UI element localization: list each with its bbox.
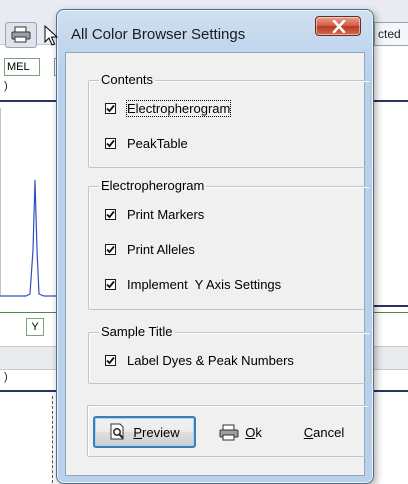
background-green-line xyxy=(0,312,60,313)
dialog-title: All Color Browser Settings xyxy=(71,26,246,43)
checkmark-icon xyxy=(106,210,115,219)
label-dyes-checkbox[interactable]: Label Dyes & Peak Numbers xyxy=(105,353,294,368)
background-axis-mid-right xyxy=(370,305,408,307)
electropherogram-group: Electropherogram Print Markers Print All… xyxy=(88,178,371,310)
print-preview-icon xyxy=(109,423,127,441)
print-alleles-checkbox[interactable]: Print Alleles xyxy=(105,242,195,257)
background-axis-bottom xyxy=(0,390,60,392)
cancel-button-label: Cancel xyxy=(303,424,345,440)
print-markers-checkbox[interactable]: Print Markers xyxy=(105,207,204,222)
sample-title-group-label: Sample Title xyxy=(99,324,175,339)
contents-group-label: Contents xyxy=(99,72,156,87)
checkbox-label: Electropherogram xyxy=(125,100,232,117)
background-paren-text-2: ) xyxy=(4,371,8,383)
checkbox-label: Label Dyes & Peak Numbers xyxy=(127,353,294,368)
electropherogram-trace xyxy=(0,108,60,297)
mouse-cursor-icon xyxy=(44,25,58,46)
preview-button-label: Preview xyxy=(133,424,180,440)
checkmark-icon xyxy=(106,139,115,148)
close-button[interactable] xyxy=(315,16,361,36)
background-green-line-right xyxy=(370,312,408,313)
checkbox-box[interactable] xyxy=(105,138,116,149)
checkbox-label: PeakTable xyxy=(127,136,188,151)
background-axis-bottom-right xyxy=(370,390,408,392)
checkbox-label: Implement Y Axis Settings xyxy=(127,277,282,292)
close-icon xyxy=(332,20,346,33)
ok-button-label: Ok xyxy=(245,424,262,440)
checkbox-box[interactable] xyxy=(105,103,116,114)
printer-icon xyxy=(11,26,31,43)
preview-button[interactable]: Preview xyxy=(93,416,196,448)
implement-y-axis-checkbox[interactable]: Implement Y Axis Settings xyxy=(105,277,281,292)
button-panel: Preview Ok Cancel xyxy=(87,405,370,457)
background-print-button[interactable] xyxy=(5,22,37,48)
sample-title-group: Sample Title Label Dyes & Peak Numbers xyxy=(88,324,371,384)
checkbox-label: Print Markers xyxy=(127,207,205,222)
ok-button[interactable]: Ok xyxy=(204,416,277,448)
settings-dialog: All Color Browser Settings Contents Elec… xyxy=(56,9,374,484)
checkbox-box[interactable] xyxy=(105,209,116,220)
checkbox-box[interactable] xyxy=(105,244,116,255)
checkbox-box[interactable] xyxy=(105,355,116,366)
background-y-label: Y xyxy=(26,318,44,336)
checkbox-box[interactable] xyxy=(105,279,116,290)
checkmark-icon xyxy=(106,245,115,254)
cancel-button[interactable]: Cancel xyxy=(286,416,362,448)
background-tab[interactable]: cted xyxy=(374,22,408,46)
checkmark-icon xyxy=(106,104,115,113)
checkbox-label: Print Alleles xyxy=(127,242,195,257)
contents-group: Contents Electropherogram PeakTable xyxy=(88,72,371,168)
electropherogram-checkbox[interactable]: Electropherogram xyxy=(105,100,232,117)
background-cursor-line xyxy=(52,396,53,483)
checkmark-icon xyxy=(106,280,115,289)
peaktable-checkbox[interactable]: PeakTable xyxy=(105,136,188,151)
background-axis-top-right xyxy=(370,100,408,102)
checkmark-icon xyxy=(106,356,115,365)
printer-icon xyxy=(219,424,239,441)
electropherogram-group-label: Electropherogram xyxy=(99,178,207,193)
